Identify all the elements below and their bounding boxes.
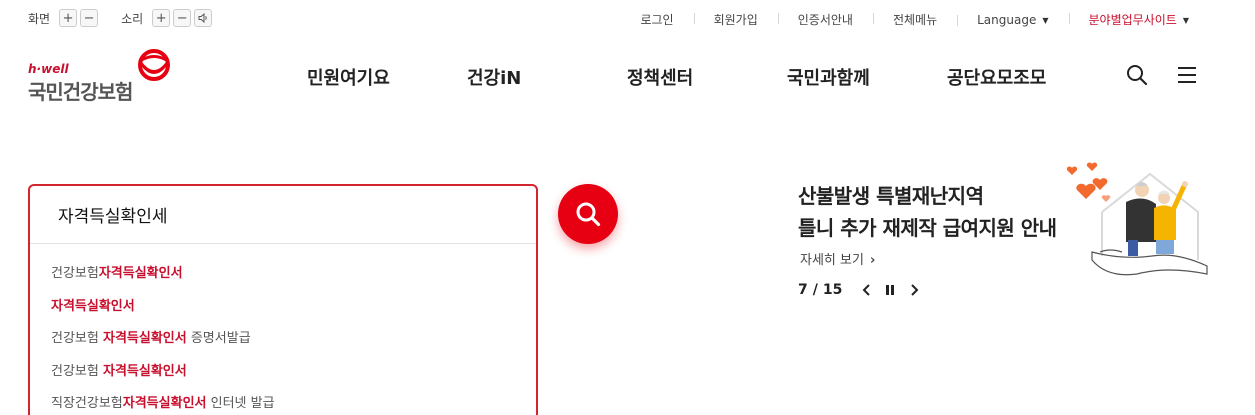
elderly-couple-illustration: [1066, 162, 1208, 276]
logo-mark-icon: [138, 49, 170, 81]
page-separator: /: [812, 282, 818, 298]
suggestion-prefix: 건강보험: [51, 331, 103, 346]
suggestion-item[interactable]: 직장건강보험자격득실확인서 인터넷 발급: [51, 392, 275, 415]
suggestion-suffix: 인터넷 발급: [206, 396, 275, 411]
suggestion-match: 자격득실확인서: [122, 396, 207, 411]
nav-item-health-in[interactable]: 건강iN: [467, 64, 521, 90]
menu-icon[interactable]: [1177, 66, 1197, 84]
site-logo[interactable]: h·well 국민건강보험: [28, 48, 178, 104]
chevron-right-icon: ›: [869, 253, 876, 268]
search-input[interactable]: [30, 186, 536, 244]
suggestion-prefix: 건강보험: [51, 363, 103, 379]
language-select[interactable]: Language ▼: [957, 13, 1068, 27]
sound-label: 소리: [121, 11, 144, 26]
suggestion-match: 자격득실확인서: [102, 363, 187, 379]
nav-item-about[interactable]: 공단요모조모: [947, 64, 1046, 90]
sitemap-link[interactable]: 전체메뉴: [872, 11, 957, 28]
language-label: Language: [977, 12, 1037, 27]
suggestion-match: 자격득실확인서: [102, 331, 187, 346]
banner-title[interactable]: 산불발생 특별재난지역 틀니 추가 재제작 급여지원 안내: [798, 180, 1057, 244]
business-sites-label: 분야별업무사이트: [1088, 13, 1177, 27]
login-link[interactable]: 로그인: [620, 11, 693, 28]
nav-item-policy[interactable]: 정책센터: [627, 64, 693, 90]
prev-slide-button[interactable]: [858, 281, 874, 299]
suggestion-item[interactable]: 건강보험 자격득실확인서: [51, 360, 275, 393]
banner-title-line1: 산불발생 특별재난지역: [798, 184, 984, 208]
volume-up-button[interactable]: +: [152, 9, 171, 27]
suggestion-match: 자격득실확인서: [98, 266, 183, 281]
suggestion-item[interactable]: 건강보험자격득실확인서: [51, 262, 275, 295]
banner-more-label: 자세히 보기: [800, 253, 864, 268]
screen-zoom-group: 화면 + −: [28, 9, 101, 27]
search-panel: 건강보험자격득실확인서 자격득실확인서 건강보험 자격득실확인서 증명서발급 건…: [28, 184, 538, 415]
chevron-right-icon: [911, 284, 919, 296]
suggestion-item[interactable]: 자격득실확인서: [51, 295, 275, 328]
banner-title-line2: 틀니 추가 재제작 급여지원 안내: [798, 216, 1057, 240]
business-sites-select[interactable]: 분야별업무사이트 ▼: [1068, 11, 1209, 28]
logo-title: 국민건강보험: [28, 80, 133, 104]
top-links: 로그인 회원가입 인증서안내 전체메뉴 Language ▼ 분야별업무사이트 ▼: [620, 11, 1209, 28]
zoom-in-button[interactable]: +: [59, 9, 78, 27]
nav-item-with-people[interactable]: 국민과함께: [787, 64, 870, 90]
page-current: 7: [798, 282, 808, 298]
sound-group: 소리 + −: [121, 9, 215, 27]
search-submit-button[interactable]: [558, 184, 618, 244]
pause-button[interactable]: [882, 281, 898, 299]
speaker-button[interactable]: [194, 9, 213, 27]
suggestion-suffix: 증명서발급: [186, 331, 251, 346]
autocomplete-list: 건강보험자격득실확인서 자격득실확인서 건강보험 자격득실확인서 증명서발급 건…: [51, 262, 275, 415]
suggestion-item[interactable]: 건강보험 자격득실확인서 증명서발급: [51, 327, 275, 360]
pause-icon: [886, 285, 895, 295]
banner-pager: 7 / 15: [798, 281, 922, 299]
utility-bar: 화면 + − 소리 + − 로그인 회원가입 인증서안내 전체메뉴 Langua…: [0, 0, 1255, 38]
caret-down-icon: ▼: [1182, 16, 1189, 25]
accessibility-controls: 화면 + − 소리 + −: [28, 9, 235, 27]
next-slide-button[interactable]: [906, 281, 922, 299]
certificate-guide-link[interactable]: 인증서안내: [777, 11, 873, 28]
suggestion-prefix: 직장건강보험: [51, 396, 123, 411]
screen-zoom-label: 화면: [28, 11, 51, 26]
suggestion-match: 자격득실확인서: [51, 298, 135, 314]
logo-subtitle: h·well: [28, 62, 69, 76]
search-icon: [576, 202, 601, 227]
join-link[interactable]: 회원가입: [693, 11, 778, 28]
speaker-icon: [198, 13, 207, 23]
chevron-left-icon: [862, 284, 870, 296]
nav-item-civil[interactable]: 민원여기요: [307, 64, 390, 90]
suggestion-prefix: 건강보험: [51, 266, 99, 281]
banner-more-link[interactable]: 자세히 보기 ›: [800, 249, 875, 268]
page-total: 15: [822, 282, 843, 298]
volume-down-button[interactable]: −: [173, 9, 192, 27]
caret-down-icon: ▼: [1042, 15, 1049, 25]
zoom-out-button[interactable]: −: [80, 9, 99, 27]
search-icon[interactable]: [1126, 64, 1148, 86]
